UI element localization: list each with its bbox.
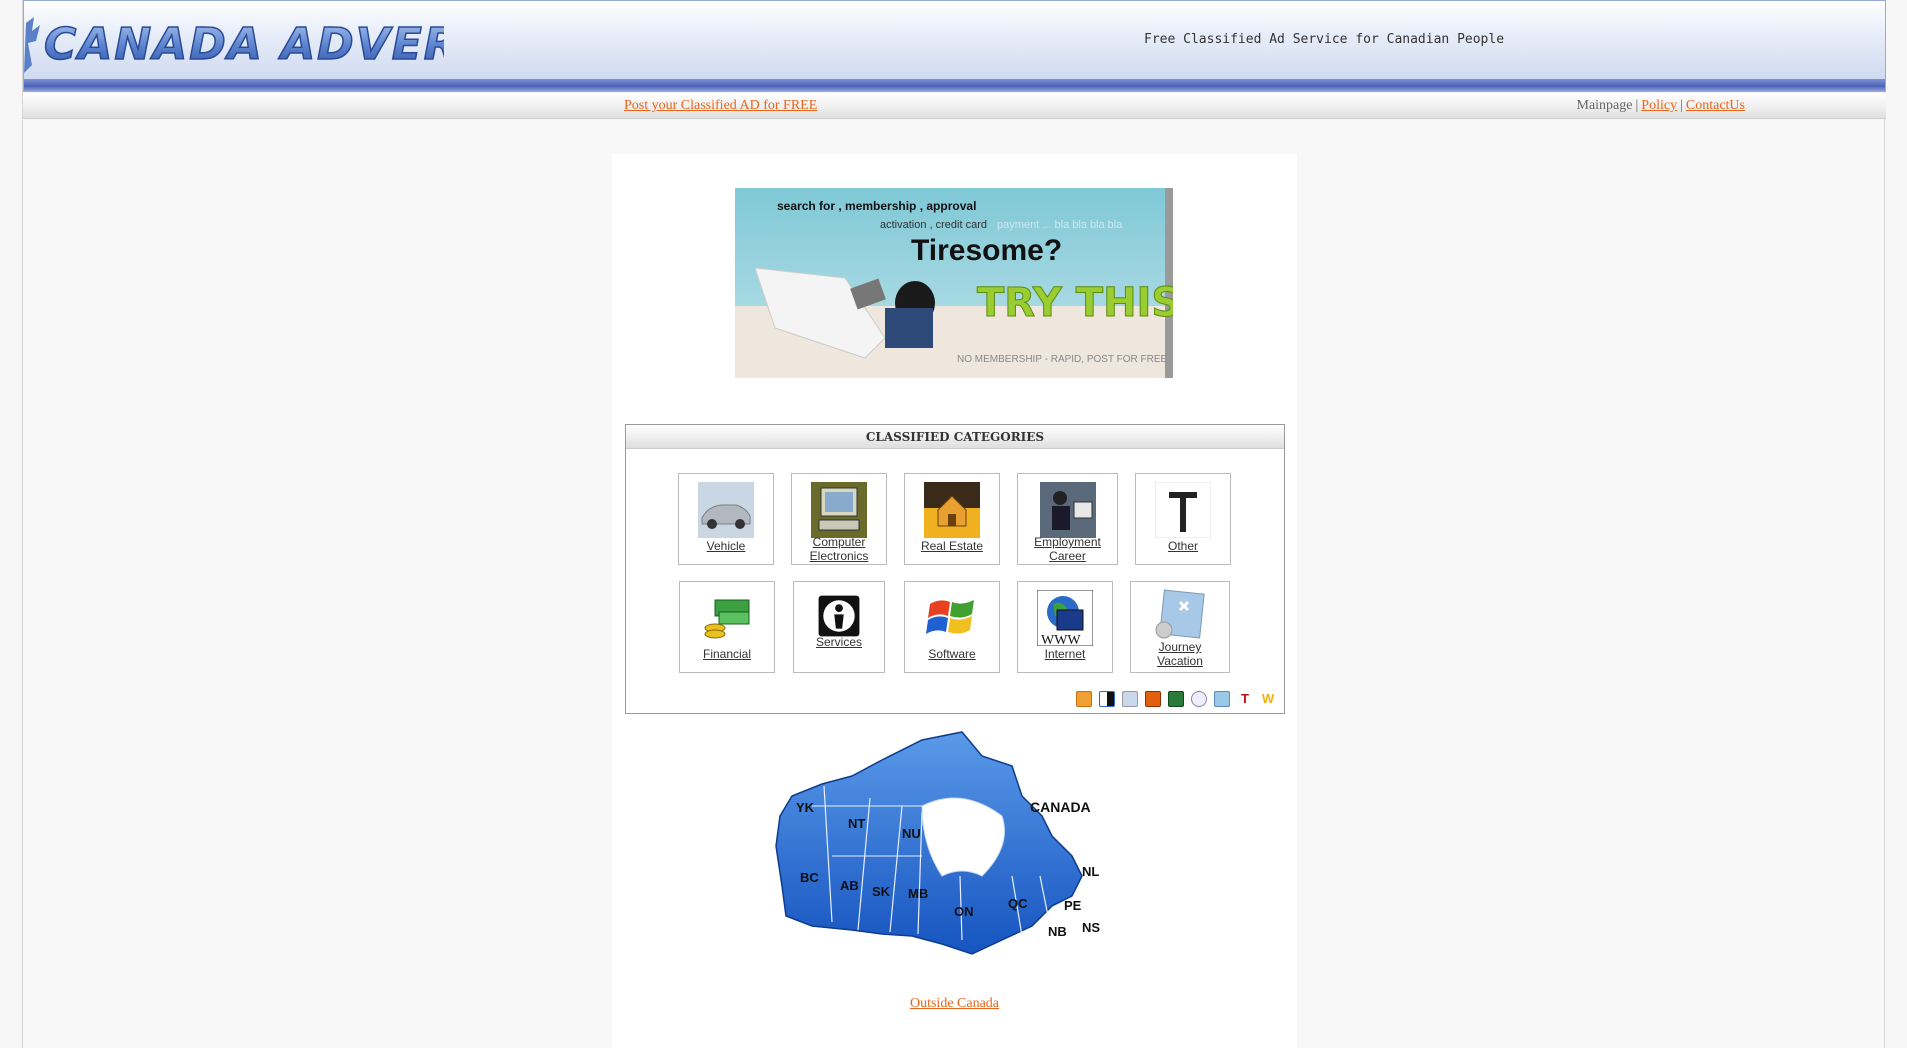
map-label-nl: NL	[1082, 864, 1099, 879]
header-stripe	[24, 79, 1885, 91]
category-other[interactable]: Other	[1135, 473, 1231, 565]
post-ad-link[interactable]: Post your Classified AD for FREE	[624, 98, 817, 114]
contact-us-link[interactable]: ContactUs	[1686, 98, 1745, 113]
banner-line1: search for , membership , approval	[777, 199, 976, 213]
category-computer-electronics[interactable]: Computer Electronics	[791, 473, 887, 565]
canada-map[interactable]: YK NT NU BC AB SK MB ON QC CANADA NL PE …	[772, 726, 1132, 978]
banner-line2b: payment ... bla bla bla bla	[997, 219, 1123, 231]
car-icon	[698, 482, 754, 538]
blinklist-icon[interactable]	[1214, 691, 1230, 707]
mainpage-link[interactable]: Mainpage	[1577, 98, 1633, 113]
site-tagline: Free Classified Ad Service for Canadian …	[1144, 32, 1505, 47]
social-bookmark-bar: T W	[1076, 691, 1276, 707]
category-label: Software	[928, 647, 976, 661]
nav-links: Mainpage | Policy | ContactUs	[1577, 98, 1746, 114]
map-label-qc: QC	[1008, 896, 1028, 911]
category-employment-career[interactable]: Employment Career	[1017, 473, 1118, 565]
hammer-icon	[1155, 482, 1211, 538]
bookmark-icon[interactable]	[1076, 691, 1092, 707]
outside-canada-link[interactable]: Outside Canada	[910, 996, 999, 1011]
windows-logo-icon	[924, 590, 980, 646]
map-label-canada: CANADA	[1030, 799, 1091, 815]
category-vehicle[interactable]: Vehicle	[678, 473, 774, 565]
outside-canada-container: Outside Canada	[612, 996, 1297, 1012]
canada-advert-logo[interactable]: CANADA ADVERT	[24, 13, 444, 75]
money-icon	[699, 590, 755, 646]
banner-footer: NO MEMBERSHIP - RAPID, POST FOR FREE	[957, 354, 1168, 365]
map-label-on: ON	[954, 904, 974, 919]
wink-icon[interactable]: W	[1260, 691, 1276, 707]
banner-headline: Tiresome?	[911, 234, 1062, 267]
simpy-icon[interactable]	[1168, 691, 1184, 707]
map-pin-icon	[1152, 588, 1208, 644]
services-icon	[818, 595, 860, 637]
delicious-icon[interactable]	[1099, 691, 1115, 707]
map-label-sk: SK	[872, 884, 891, 899]
category-label: Real Estate	[920, 539, 984, 553]
banner-cta: TRY THIS	[977, 280, 1173, 326]
category-real-estate[interactable]: Real Estate	[904, 473, 1000, 565]
svg-text:WWW: WWW	[1041, 633, 1081, 646]
nav-separator: |	[1680, 98, 1683, 113]
category-label: Internet	[1044, 647, 1086, 661]
banner-line2a: activation , credit card	[880, 219, 987, 231]
category-label: Services	[815, 635, 862, 649]
furl-icon[interactable]	[1145, 691, 1161, 707]
map-label-bc: BC	[800, 870, 819, 885]
category-software[interactable]: Software	[904, 581, 1000, 673]
site-header: CANADA ADVERT Free Classified Ad Service…	[23, 0, 1886, 92]
technorati-icon[interactable]: T	[1237, 691, 1253, 707]
category-label: Financial	[702, 647, 752, 661]
try-this-banner[interactable]: search for , membership , approval activ…	[735, 188, 1173, 378]
map-label-nt: NT	[848, 816, 865, 831]
house-icon	[924, 482, 980, 538]
category-label: Other	[1167, 539, 1198, 553]
map-label-yk: YK	[796, 800, 815, 815]
map-label-pe: PE	[1064, 898, 1082, 913]
globe-www-icon: WWW	[1037, 590, 1093, 646]
classified-categories-panel: CLASSIFIED CATEGORIES Vehicle Computer E…	[625, 424, 1285, 714]
page-frame: CANADA ADVERT Free Classified Ad Service…	[22, 0, 1886, 1048]
category-internet[interactable]: WWW Internet	[1017, 581, 1113, 673]
nav-bar: Post your Classified AD for FREE Mainpag…	[23, 93, 1886, 119]
category-label: Computer Electronics	[809, 535, 869, 563]
map-label-ab: AB	[840, 878, 859, 893]
map-label-ns: NS	[1082, 920, 1100, 935]
person-at-computer-icon	[1039, 482, 1096, 538]
logo-text: CANADA ADVERT	[44, 19, 444, 70]
map-label-nb: NB	[1048, 924, 1067, 939]
reddit-icon[interactable]	[1191, 691, 1207, 707]
category-financial[interactable]: Financial	[679, 581, 775, 673]
policy-link[interactable]: Policy	[1641, 98, 1677, 113]
nav-separator: |	[1635, 98, 1639, 113]
main-content: search for , membership , approval activ…	[612, 154, 1297, 1048]
category-services[interactable]: Services	[793, 581, 885, 673]
map-label-mb: MB	[908, 886, 928, 901]
digg-icon[interactable]	[1122, 691, 1138, 707]
category-label: Employment Career	[1034, 535, 1101, 563]
categories-title: CLASSIFIED CATEGORIES	[626, 425, 1284, 449]
category-journey-vacation[interactable]: Journey Vacation	[1130, 581, 1230, 673]
category-label: Journey Vacation	[1157, 640, 1203, 668]
computer-icon	[811, 482, 867, 538]
map-label-nu: NU	[902, 826, 921, 841]
category-label: Vehicle	[706, 539, 746, 553]
